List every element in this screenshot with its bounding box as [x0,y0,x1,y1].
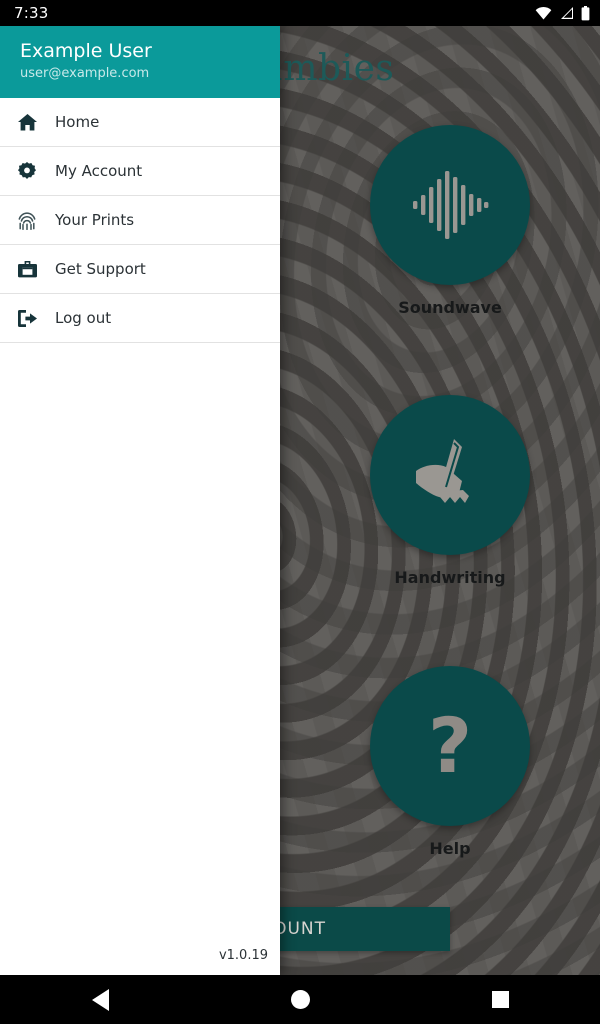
action-soundwave[interactable]: Soundwave [370,125,530,317]
wifi-icon [535,6,552,20]
soundwave-button[interactable] [370,125,530,285]
back-triangle-icon [91,988,109,1011]
hand-with-pen-icon [416,439,469,503]
action-label-help: Help [429,839,471,858]
battery-icon [581,5,590,20]
sidebar-item-my-account[interactable]: My Account [0,147,280,196]
android-navigation-bar [0,975,600,1024]
drawer-version-label: v1.0.19 [218,948,268,963]
drawer-empty-space [0,343,280,948]
sidebar-item-home[interactable]: Home [0,98,280,147]
sidebar-item-log-out[interactable]: Log out [0,294,280,343]
soundwave-icon [413,171,489,239]
action-help[interactable]: ? Help [370,666,530,858]
status-bar-clock: 7:33 [14,4,49,22]
sidebar-item-get-support[interactable]: Get Support [0,245,280,294]
question-mark-icon: ? [427,701,473,790]
handwriting-button[interactable] [370,395,530,555]
action-handwriting[interactable]: Handwriting [370,395,530,587]
action-label-soundwave: Soundwave [398,298,502,317]
drawer-user-email: user@example.com [20,66,150,81]
sign-out-icon [12,309,42,327]
status-bar: 7:33 [0,0,600,26]
gear-icon [12,162,42,180]
nav-recents-button[interactable] [470,975,530,1024]
status-bar-icons [535,5,590,21]
action-label-handwriting: Handwriting [394,568,506,587]
sidebar-item-label-home: Home [55,113,100,131]
recents-square-icon [491,991,509,1008]
sidebar-item-label-log-out: Log out [55,309,112,327]
home-icon [12,113,42,131]
cellular-signal-icon [561,7,573,19]
nav-back-button[interactable] [70,975,130,1024]
sidebar-item-label-my-account: My Account [55,162,143,180]
drawer-user-name: Example User [20,40,152,62]
sidebar-item-label-get-support: Get Support [55,260,146,278]
nav-home-button[interactable] [270,975,330,1024]
sidebar-item-your-prints[interactable]: Your Prints [0,196,280,245]
sidebar-item-label-your-prints: Your Prints [55,211,135,229]
help-button[interactable]: ? [370,666,530,826]
briefcase-icon [12,260,42,278]
home-circle-icon [290,990,310,1009]
drawer-header: Example User user@example.com [0,26,280,98]
fingerprint-icon [12,211,42,230]
navigation-drawer: Example User user@example.com Home My Ac… [0,26,280,975]
phone-screen: 7:33 humbies Soundwave Handwriting ? Hel… [0,0,600,1024]
